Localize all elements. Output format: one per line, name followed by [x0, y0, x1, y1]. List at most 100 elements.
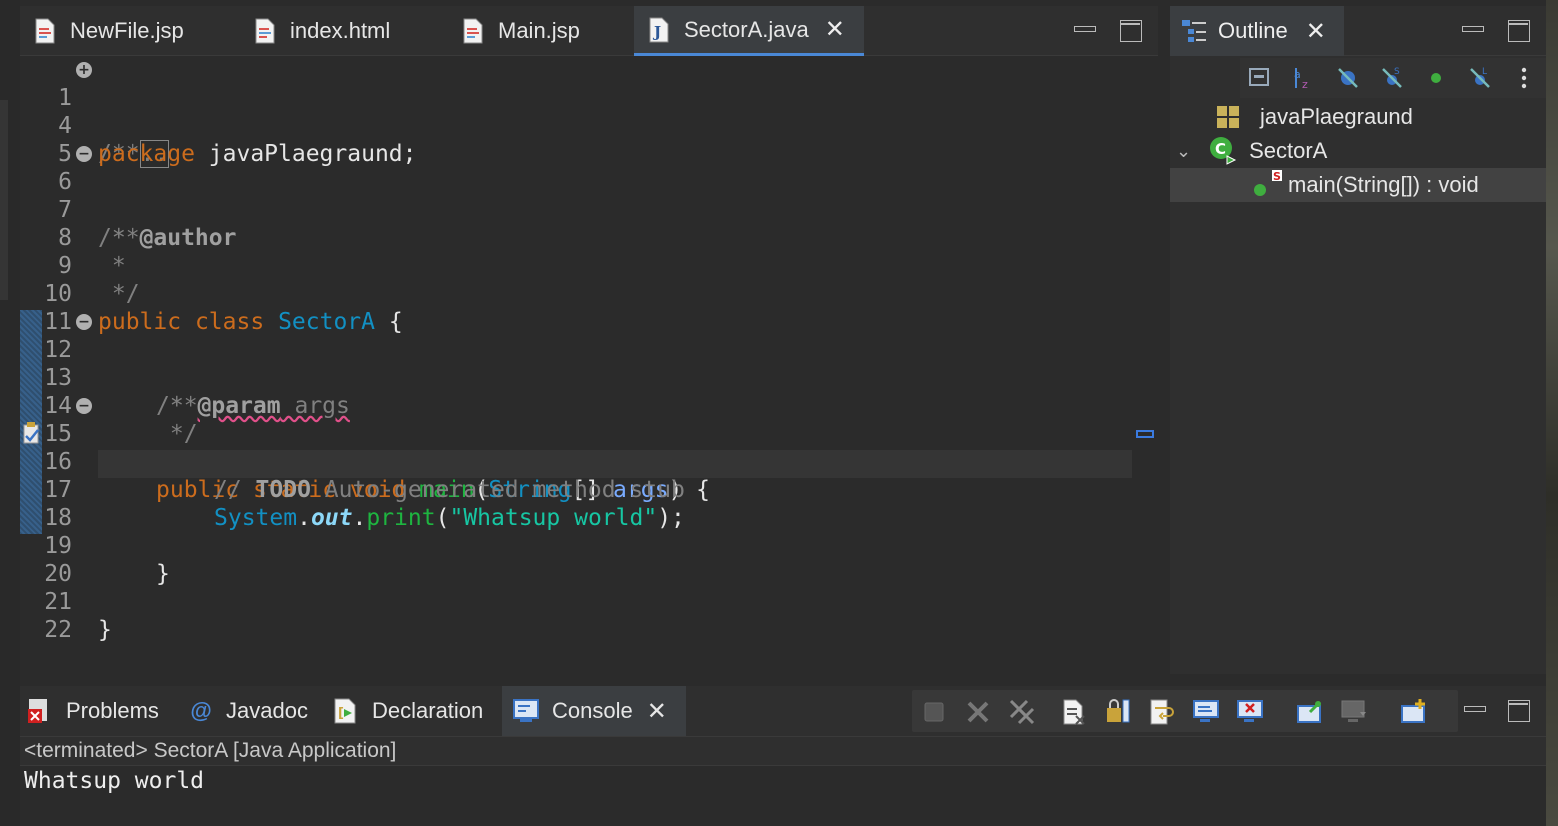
collapse-fold-icon[interactable]: − [76, 146, 92, 162]
maximize-icon[interactable] [1508, 20, 1530, 42]
minimize-icon[interactable] [1074, 16, 1096, 38]
tab-label: Console [552, 698, 633, 723]
console-status: <terminated> SectorA [Java Application] [20, 736, 1546, 766]
code-line-12: 12 − /** [44, 314, 198, 419]
jsp-file-icon [35, 18, 55, 44]
tree-label: SectorA [1249, 138, 1328, 163]
minimize-icon[interactable] [1464, 696, 1486, 718]
show-stdout-icon[interactable] [1192, 698, 1220, 726]
close-tab-icon[interactable]: ✕ [647, 697, 667, 726]
outline-tab-bar: Outline ✕ [1170, 6, 1546, 56]
close-tab-icon[interactable]: ✕ [1306, 17, 1326, 46]
tab-main-jsp[interactable]: Main.jsp [462, 6, 580, 56]
hide-static-icon[interactable]: S [1380, 66, 1404, 90]
code-line-15: 15 − public static void main(String[] ar… [44, 398, 710, 503]
console-panel: Problems @ Javadoc [ Declaration Console… [20, 686, 1546, 826]
tab-problems[interactable]: Problems [26, 686, 159, 736]
jsp-file-icon [463, 18, 483, 44]
tab-index-html[interactable]: index.html [254, 6, 390, 56]
svg-text:z: z [1302, 78, 1308, 90]
svg-text:J: J [652, 23, 661, 41]
tree-label: javaPlaegraund [1260, 104, 1413, 129]
word-wrap-icon[interactable] [1148, 698, 1176, 726]
code-line-13: 13 * @param args [44, 365, 350, 419]
remove-launch-icon[interactable] [964, 698, 992, 726]
method-icon: S [1254, 170, 1282, 196]
code-line-4: 4 package javaPlaegraund; [58, 113, 417, 167]
left-window-edge [0, 0, 20, 826]
display-console-icon[interactable] [1340, 698, 1368, 726]
code-line-1: 1 + /**.. [58, 62, 170, 168]
code-line-19: 19 } [44, 533, 170, 587]
remove-all-icon[interactable] [1008, 698, 1036, 726]
tab-label: Javadoc [226, 698, 308, 723]
outline-item-class[interactable]: ⌄ C SectorA [1170, 134, 1546, 168]
minimize-icon[interactable] [1462, 16, 1484, 38]
maximize-icon[interactable] [1120, 20, 1142, 42]
code-line-11: 11 [44, 309, 72, 335]
close-tab-icon[interactable]: ✕ [825, 15, 845, 44]
public-member-icon[interactable] [1424, 66, 1448, 90]
code-line-14: 14 */ [44, 393, 198, 447]
console-tab-bar: Problems @ Javadoc [ Declaration Console… [20, 686, 1546, 736]
code-line-8: 8 * [58, 225, 126, 279]
more-menu-icon[interactable] [1512, 66, 1536, 90]
tab-outline[interactable]: Outline ✕ [1170, 6, 1344, 56]
svg-text:S: S [1394, 67, 1400, 77]
javadoc-icon: @ [190, 698, 212, 723]
editor-panel: NewFile.jsp index.html Main.jsp J Sector… [20, 6, 1158, 674]
package-icon [1217, 106, 1239, 128]
declaration-icon: [ [334, 698, 356, 724]
code-editor[interactable]: 1 + /**.. 4 package javaPlaegraund; 5 6 … [20, 56, 1158, 674]
tab-label: Problems [66, 698, 159, 723]
tab-label: index.html [290, 18, 391, 43]
tab-newfile-jsp[interactable]: NewFile.jsp [34, 6, 184, 56]
outline-panel: Outline ✕ az S L javaPlaegraund ⌄ C Sect… [1170, 6, 1546, 674]
code-line-18: 18 [44, 505, 72, 531]
maximize-icon[interactable] [1508, 700, 1530, 722]
collapse-fold-icon[interactable]: − [76, 314, 92, 330]
tab-javadoc[interactable]: @ Javadoc [190, 686, 308, 736]
console-toolbar [912, 690, 1458, 732]
code-line-20: 20 [44, 561, 72, 587]
outline-item-package[interactable]: javaPlaegraund [1170, 100, 1546, 134]
svg-text:C: C [1215, 140, 1226, 158]
open-console-icon[interactable] [1400, 698, 1428, 726]
outline-icon [1182, 20, 1206, 42]
console-output[interactable]: Whatsup world [20, 766, 1546, 826]
code-line-7: 7 * @author [58, 197, 237, 251]
code-line-5: 5 [58, 141, 72, 167]
sort-alpha-icon[interactable]: az [1292, 66, 1316, 90]
terminate-icon[interactable] [920, 698, 948, 726]
scroll-lock-icon[interactable] [1104, 698, 1132, 726]
pin-console-icon[interactable] [1296, 698, 1324, 726]
tab-label: Main.jsp [498, 18, 580, 43]
expand-fold-icon[interactable]: + [76, 62, 92, 78]
desktop-edge [1546, 0, 1558, 826]
tab-label: SectorA.java [684, 16, 809, 42]
clear-console-icon[interactable] [1060, 698, 1088, 726]
collapse-fold-icon[interactable]: − [76, 398, 92, 414]
code-line-6: 6 − /** [58, 146, 140, 251]
show-stderr-icon[interactable] [1236, 698, 1264, 726]
tab-label: NewFile.jsp [70, 18, 184, 43]
class-icon: C [1210, 137, 1237, 165]
svg-text:[: [ [338, 706, 344, 721]
html-file-icon [255, 18, 275, 44]
tab-label: Outline [1218, 18, 1288, 43]
code-line-22: 22 [44, 617, 72, 643]
tab-console[interactable]: Console ✕ [502, 686, 686, 736]
svg-text:L: L [1482, 67, 1487, 77]
tab-declaration[interactable]: [ Declaration [332, 686, 483, 736]
tree-label: main(String[]) : void [1288, 172, 1479, 197]
collapse-all-icon[interactable] [1248, 66, 1272, 90]
editor-tab-bar: NewFile.jsp index.html Main.jsp J Sector… [20, 6, 1158, 56]
hide-fields-icon[interactable] [1336, 66, 1360, 90]
outline-item-method[interactable]: S main(String[]) : void [1170, 168, 1546, 202]
code-line-10: 10 public class SectorA { [44, 281, 403, 335]
tab-sectora-java[interactable]: J SectorA.java ✕ [634, 6, 864, 56]
chevron-down-icon[interactable]: ⌄ [1176, 141, 1191, 162]
hide-nonpublic-icon[interactable]: L [1468, 66, 1492, 90]
outline-toolbar: az S L [1240, 58, 1546, 98]
code-line-16: 16 // TODO Auto-generated method stub [44, 449, 685, 503]
